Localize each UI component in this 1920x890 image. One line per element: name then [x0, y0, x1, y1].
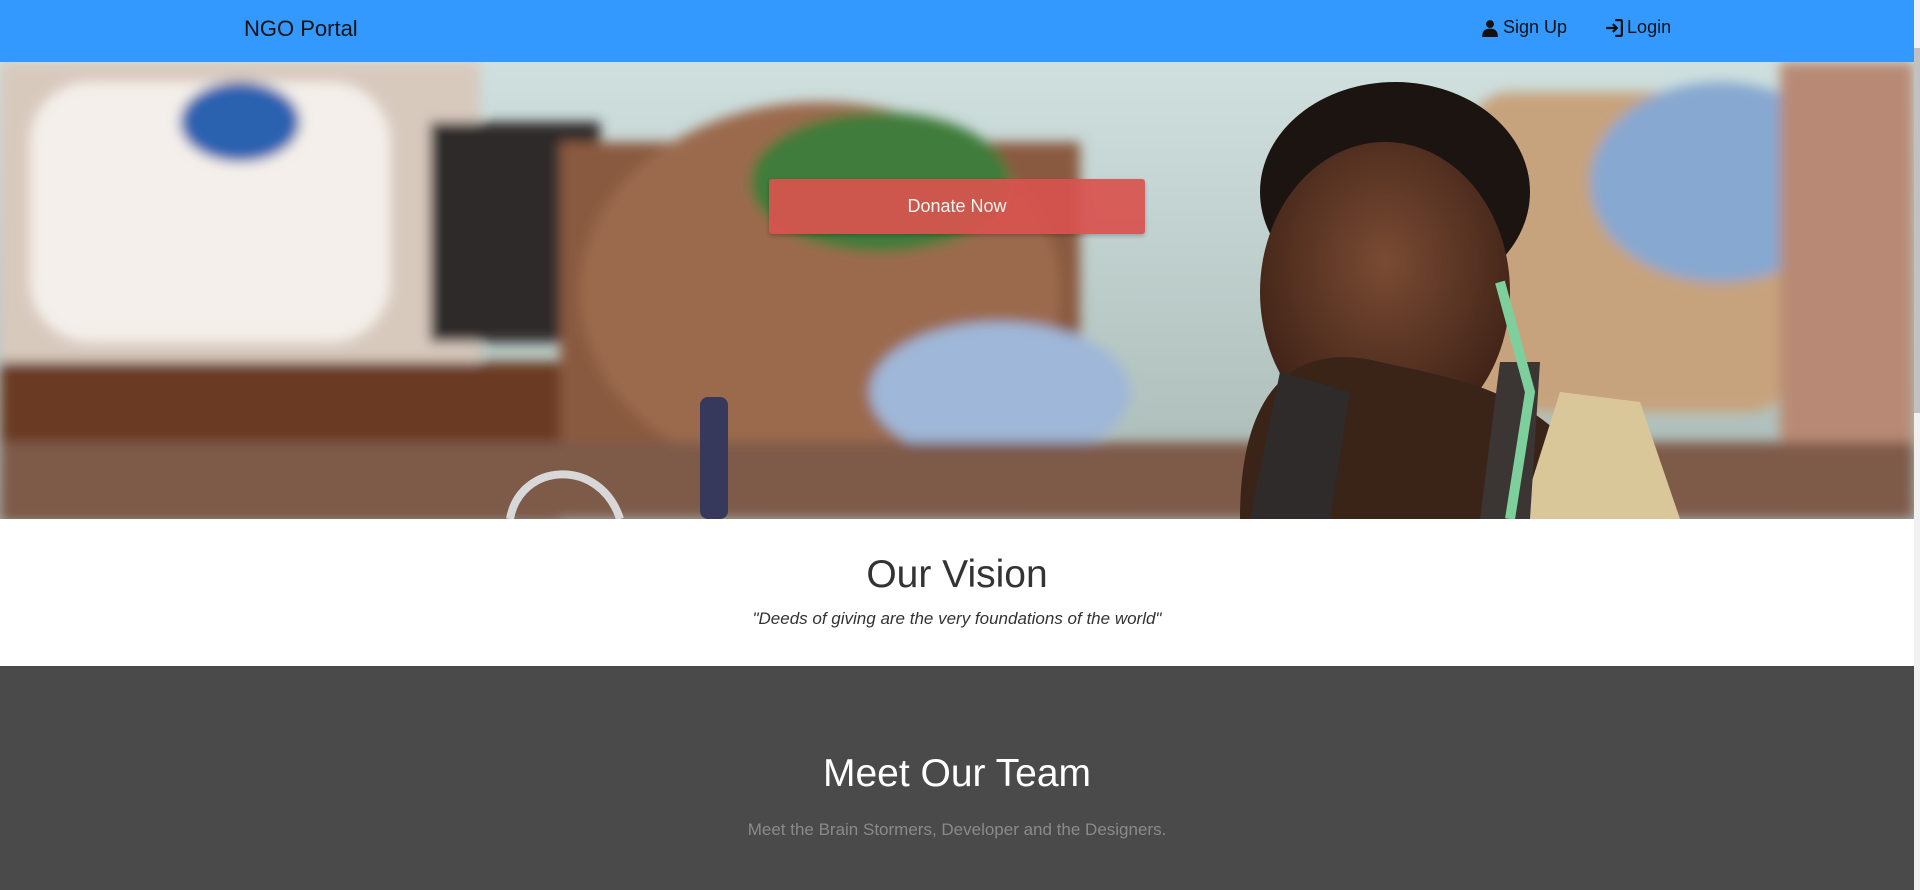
- vision-title: Our Vision: [866, 553, 1048, 596]
- hero-banner: Donate Now: [0, 62, 1914, 519]
- team-section: Meet Our Team Meet the Brain Stormers, D…: [0, 666, 1914, 890]
- team-subtitle: Meet the Brain Stormers, Developer and t…: [747, 820, 1167, 839]
- brand-link[interactable]: NGO Portal: [244, 16, 358, 42]
- donate-now-button[interactable]: Donate Now: [769, 179, 1145, 234]
- team-title: Meet Our Team: [822, 752, 1092, 795]
- signup-label: Sign Up: [1503, 17, 1568, 37]
- login-link[interactable]: Login: [1605, 17, 1671, 38]
- user-icon: [1482, 19, 1498, 37]
- login-label: Login: [1627, 17, 1672, 37]
- login-icon: [1606, 18, 1624, 37]
- top-navbar: NGO Portal Sign Up Login: [0, 0, 1914, 62]
- vision-section: Our Vision "Deeds of giving are the very…: [0, 519, 1914, 666]
- signup-link[interactable]: Sign Up: [1481, 17, 1567, 38]
- scrollbar-thumb[interactable]: [1914, 48, 1920, 413]
- hero-photo: [0, 62, 1914, 519]
- vision-quote: "Deeds of giving are the very foundation…: [752, 609, 1162, 628]
- nav-links: Sign Up Login: [1481, 17, 1671, 38]
